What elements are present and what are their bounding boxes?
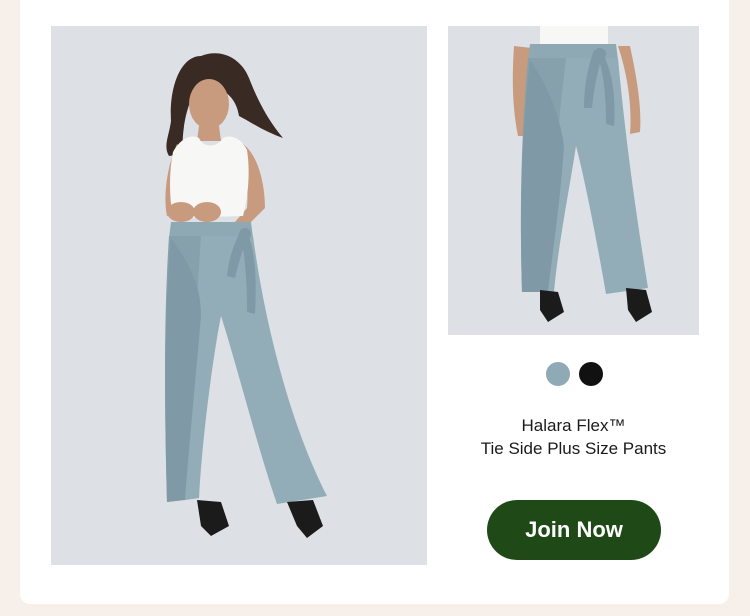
- product-name-line-2: Tie Side Plus Size Pants: [480, 439, 667, 458]
- swatch-black[interactable]: [579, 362, 603, 386]
- join-now-button[interactable]: Join Now: [487, 500, 661, 560]
- pants-closeup-illustration: [512, 26, 652, 322]
- product-name: Halara Flex™ Tie Side Plus Size Pants: [448, 414, 699, 460]
- color-swatches: [546, 362, 603, 386]
- product-photo-main[interactable]: [51, 26, 427, 565]
- model-full-body-illustration: [165, 53, 327, 538]
- swatch-blue-gray[interactable]: [546, 362, 570, 386]
- product-photo-detail[interactable]: [448, 26, 699, 335]
- product-name-line-1: Halara Flex™: [521, 416, 626, 435]
